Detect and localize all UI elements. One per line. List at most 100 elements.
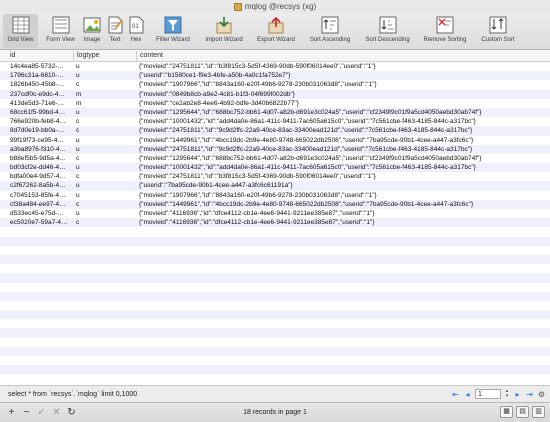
cell-content[interactable]: {"movieid":"10001432","id":"add4da0e-86a… [139,163,550,172]
column-divider[interactable] [136,51,137,61]
custom-sort-button[interactable]: Custom Sort [476,14,520,48]
data-grid[interactable]: id logtype content 14c4ea85-5732-… u {"mov… [0,50,550,385]
form-view-toggle-icon[interactable]: ▤ [516,406,529,418]
cell-content[interactable]: {"movieid":"24751811","id":"9c9d2ffc-22a… [139,145,550,154]
cell-id[interactable]: cf38a484-ee97-4… [10,200,73,209]
cell-content[interactable]: {"movieid":"24751811","id":"9c9d2ffc-22a… [139,126,550,135]
image-button[interactable]: Image [81,14,103,48]
table-row[interactable]: c2f67262-8a5b-4… u {"userid":"7ba95cde-90b… [0,181,550,191]
cell-logtype[interactable]: m [76,90,136,99]
cell-logtype[interactable]: u [76,209,136,218]
cell-logtype[interactable]: c [76,218,136,227]
cell-id[interactable]: ec5020e7-59a7-4… [10,218,73,227]
cell-content[interactable]: {"movieid":"24751811","id":"b3f815c3-5d5… [139,62,550,71]
table-row[interactable]: 413de5d3-71e6-… m {"movieid":"ce2ab2e8-4ee… [0,99,550,108]
cell-id[interactable]: 237cdf0c-e9dc-4… [10,90,73,99]
table-row[interactable]: c7045153-85fe-4… u {"movieid":"1907966","i… [0,191,550,200]
cell-logtype[interactable]: u [76,191,136,200]
page-stepper[interactable]: ▴ ▾ [504,389,510,399]
cell-content[interactable]: {"movieid":"1295644","id":"688bc752-bb61… [139,108,550,117]
table-row[interactable]: 99f19f73-ce95-4… u {"movieid":"1449961","i… [0,136,550,145]
previous-page-icon[interactable]: ◂ [463,390,472,399]
cell-content[interactable]: {"movieid":"4116936","id":"dfce4112-cb1e… [139,218,550,227]
cell-id[interactable]: 1826b450-45b8-… [10,80,73,89]
text-button[interactable]: Text [106,14,124,48]
cell-id[interactable]: 8d7d0e19-bb0a-… [10,126,73,135]
cell-logtype[interactable]: c [76,117,136,126]
cell-content[interactable]: {"movieid":"1907966","id":"8843a160-e20f… [139,80,550,89]
column-header-content[interactable]: content [140,52,163,59]
cell-id[interactable]: 14c4ea85-5732-… [10,62,73,71]
table-row[interactable]: bd03cf2e-dd46-4… u {"movieid":"10001432","… [0,163,550,173]
grid-view-toggle-icon[interactable]: ▦ [500,406,513,418]
table-row[interactable]: 8d7d0e19-bb0a-… c {"movieid":"24751811","i… [0,126,550,136]
cell-logtype[interactable]: m [76,99,136,108]
page-settings-gear-icon[interactable]: ⚙ [537,390,546,399]
cell-logtype[interactable]: c [76,172,136,181]
page-number-input[interactable]: 1 [475,389,501,399]
cell-content[interactable]: {"userid":"b1580ce1-f9e3-4bfe-a50b-4a0c1… [139,71,550,80]
cell-content[interactable]: {"movieid":"ce2ab2e8-4ee6-4b92-bdfe-3d40… [139,99,550,108]
sort-descending-button[interactable]: Sort Descending [360,14,415,48]
column-header-logtype[interactable]: logtype [77,52,100,59]
cell-content[interactable]: {"movieid":"4116936","id":"dfce4112-cb1e… [139,209,550,218]
filter-wizard-button[interactable]: Filter Wizard [152,14,194,48]
cell-logtype[interactable]: u [76,62,136,71]
detail-panel-toggle-icon[interactable]: ▥ [532,406,545,418]
last-page-icon[interactable]: ⇥ [525,390,534,399]
cell-content[interactable]: {"movieid":"1449961","id":"4bcc19dc-2b9e… [139,136,550,145]
cell-logtype[interactable]: u [76,136,136,145]
import-wizard-button[interactable]: Import Wizard [200,14,248,48]
table-row[interactable]: b88ef5b5-9d5a-4… c {"movieid":"1295644","i… [0,154,550,163]
cell-logtype[interactable]: c [76,154,136,163]
cell-content[interactable]: {"movieid":"0849b8cb-a9e2-4c81-b1f3-04f6… [139,90,550,99]
table-row[interactable]: 14c4ea85-5732-… u {"movieid":"24751811","i… [0,62,550,71]
form-view-button[interactable]: Form View [44,14,77,48]
cell-id[interactable]: 68cc61f5-99bd-4… [10,108,73,117]
table-row[interactable]: 1796c31a-6810-… u {"userid":"b1580ce1-f9e3… [0,71,550,81]
cell-logtype[interactable]: c [76,200,136,209]
cell-logtype[interactable]: u [76,181,136,190]
table-row[interactable]: 237cdf0c-e9dc-4… m {"movieid":"0849b8cb-a9… [0,89,550,99]
cell-logtype[interactable]: u [76,163,136,172]
table-row[interactable]: bdfa00e4-9d57-4… c {"movieid":"24751811","… [0,172,550,181]
cell-id[interactable]: c2f67262-8a5b-4… [10,181,73,190]
cell-content[interactable]: {"movieid":"1449961","id":"4bcc19dc-2b9e… [139,200,550,209]
table-row[interactable]: a3ba8976-f310-4… u {"movieid":"24751811","… [0,144,550,154]
cell-id[interactable]: b88ef5b5-9d5a-4… [10,154,73,163]
cell-content[interactable]: {"movieid":"10001432","id":"add4da0e-86a… [139,117,550,126]
cell-id[interactable]: 99f19f73-ce95-4… [10,136,73,145]
cell-logtype[interactable]: c [76,80,136,89]
table-row[interactable]: 1826b450-45b8-… c {"movieid":"1907966","id… [0,80,550,89]
column-header-id[interactable]: id [10,52,15,59]
export-wizard-button[interactable]: Export Wizard [252,14,300,48]
cell-content[interactable]: {"userid":"7ba95cde-90b1-4cee-a447-a3fc6… [139,181,550,190]
cell-content[interactable]: {"movieid":"24751811","id":"b3f815c3-5d5… [139,172,550,181]
cell-id[interactable]: a3ba8976-f310-4… [10,145,73,154]
cell-id[interactable]: c7045153-85fe-4… [10,191,73,200]
table-row[interactable]: ec5020e7-59a7-4… c {"movieid":"4116936","i… [0,218,550,228]
cell-id[interactable]: d533ec45-e75d-… [10,209,73,218]
cell-logtype[interactable]: c [76,126,136,135]
table-row[interactable]: 766e920b-feb8-4… c {"movieid":"10001432","… [0,117,550,126]
cell-content[interactable]: {"movieid":"1907966","id":"8843a160-e20f… [139,191,550,200]
hex-button[interactable]: 01 Hex [128,14,144,48]
cell-logtype[interactable]: u [76,108,136,117]
cell-id[interactable]: 1796c31a-6810-… [10,71,73,80]
table-row[interactable]: d533ec45-e75d-… u {"movieid":"4116936","id… [0,209,550,218]
remove-sorting-button[interactable]: Remove Sorting [420,14,470,48]
grid-view-button[interactable]: Grid View [3,14,38,48]
cell-id[interactable]: 413de5d3-71e6-… [10,99,73,108]
cell-logtype[interactable]: u [76,71,136,80]
next-page-icon[interactable]: ▸ [513,390,522,399]
cell-id[interactable]: bd03cf2e-dd46-4… [10,163,73,172]
cell-logtype[interactable]: u [76,145,136,154]
first-page-icon[interactable]: ⇤ [451,390,460,399]
table-row[interactable]: cf38a484-ee97-4… c {"movieid":"1449961","i… [0,199,550,209]
table-row[interactable]: 68cc61f5-99bd-4… u {"movieid":"1295644","i… [0,107,550,118]
cell-content[interactable]: {"movieid":"1295644","id":"688bc752-bb61… [139,154,550,163]
sort-ascending-button[interactable]: Sort Ascending [304,14,356,48]
cell-id[interactable]: 766e920b-feb8-4… [10,117,73,126]
cell-id[interactable]: bdfa00e4-9d57-4… [10,172,73,181]
column-divider[interactable] [73,51,74,61]
